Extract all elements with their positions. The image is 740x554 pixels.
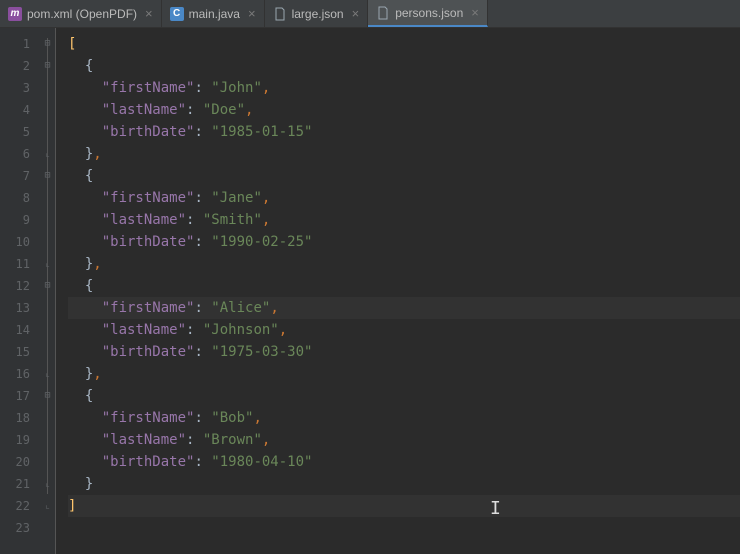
tab-label: main.java xyxy=(189,7,240,21)
fold-gutter: ⊟ ⊟ ⌞ ⊟ ⌞ ⊟ ⌞ ⊟ ⌞ ⌞ xyxy=(40,28,56,554)
json-file-icon xyxy=(273,7,287,21)
tab-label: pom.xml (OpenPDF) xyxy=(27,7,137,21)
close-icon[interactable]: × xyxy=(471,5,479,20)
close-icon[interactable]: × xyxy=(248,6,256,21)
tab-bar: m pom.xml (OpenPDF) × C main.java × larg… xyxy=(0,0,740,28)
maven-icon: m xyxy=(8,7,22,21)
code-area[interactable]: [ { "firstName": "John", "lastName": "Do… xyxy=(56,28,740,554)
fold-marker-icon[interactable]: ⊟ xyxy=(40,275,55,297)
fold-marker-icon[interactable]: ⊟ xyxy=(40,33,55,55)
json-file-icon xyxy=(376,6,390,20)
tab-persons-json[interactable]: persons.json × xyxy=(368,0,488,27)
tab-label: persons.json xyxy=(395,6,463,20)
line-number-gutter: 123 456 789 101112 131415 161718 192021 … xyxy=(0,28,40,554)
fold-end-icon: ⌞ xyxy=(40,253,55,275)
close-icon[interactable]: × xyxy=(145,6,153,21)
fold-end-icon: ⌞ xyxy=(40,495,55,517)
fold-end-icon: ⌞ xyxy=(40,363,55,385)
fold-end-icon: ⌞ xyxy=(40,473,55,495)
editor[interactable]: 123 456 789 101112 131415 161718 192021 … xyxy=(0,28,740,554)
tab-main-java[interactable]: C main.java × xyxy=(162,0,265,27)
fold-marker-icon[interactable]: ⊟ xyxy=(40,165,55,187)
tab-large-json[interactable]: large.json × xyxy=(265,0,369,27)
java-class-icon: C xyxy=(170,7,184,21)
tab-pom-xml[interactable]: m pom.xml (OpenPDF) × xyxy=(0,0,162,27)
fold-end-icon: ⌞ xyxy=(40,143,55,165)
close-icon[interactable]: × xyxy=(352,6,360,21)
fold-marker-icon[interactable]: ⊟ xyxy=(40,385,55,407)
fold-marker-icon[interactable]: ⊟ xyxy=(40,55,55,77)
tab-label: large.json xyxy=(292,7,344,21)
